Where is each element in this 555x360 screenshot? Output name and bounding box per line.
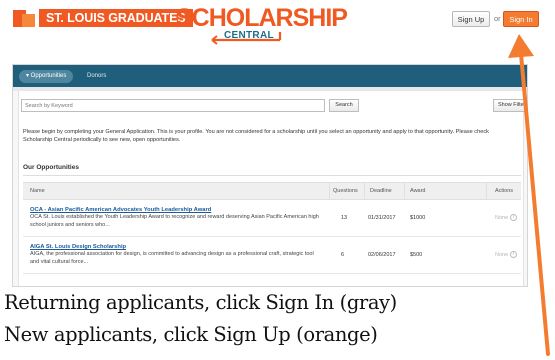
row-action[interactable]: None i <box>495 214 518 221</box>
divider <box>364 183 365 199</box>
opportunity-link[interactable]: AIGA St. Louis Design Scholarship <box>30 244 126 250</box>
info-icon[interactable]: i <box>510 251 518 258</box>
main-nav: ▾ Opportunities Donors <box>13 65 527 87</box>
award-amount: $500 <box>410 252 423 258</box>
site-header: ST. LOUIS GRADUATES SCHOLARSHIP CENTRAL … <box>0 0 555 58</box>
logo-mark-icon <box>13 9 35 27</box>
portal-screenshot: ▾ Opportunities Donors Search Show Filte… <box>12 64 528 287</box>
opportunities-content: Search Show Filters Please begin by comp… <box>18 91 527 286</box>
deadline-date: 01/31/2017 <box>368 215 396 221</box>
opportunity-link[interactable]: OCA - Asian Pacific American Advocates Y… <box>30 207 211 213</box>
brand-name: ST. LOUIS GRADUATES <box>39 9 193 27</box>
table-row: AIGA St. Louis Design Scholarship AIGA, … <box>23 238 521 274</box>
logo-subtitle: CENTRAL <box>224 30 274 41</box>
caption-returning-applicants: Returning applicants, click Sign In (gra… <box>4 291 397 314</box>
action-label: None <box>495 251 509 258</box>
logo-arrow-icon <box>211 32 282 45</box>
or-separator: or <box>494 14 501 23</box>
caption-new-applicants: New applicants, click Sign Up (orange) <box>4 323 378 346</box>
column-header-award[interactable]: Award <box>410 183 426 199</box>
search-button[interactable]: Search <box>329 99 359 112</box>
intro-text: Please begin by completing your General … <box>23 129 489 143</box>
show-filters-button[interactable]: Show Filters <box>493 99 527 112</box>
search-input[interactable] <box>21 99 325 112</box>
column-header-deadline[interactable]: Deadline <box>370 183 392 199</box>
questions-count: 13 <box>341 215 348 221</box>
divider <box>486 183 487 199</box>
divider <box>404 183 405 199</box>
deadline-date: 02/06/2017 <box>368 252 396 258</box>
tab-donors[interactable]: Donors <box>87 70 106 83</box>
column-header-name[interactable]: Name <box>30 183 45 199</box>
info-icon[interactable]: i <box>510 214 518 221</box>
opportunity-description: OCA St. Louis established the Youth Lead… <box>30 214 319 228</box>
divider <box>23 175 521 176</box>
table-row: OCA - Asian Pacific American Advocates Y… <box>23 201 521 237</box>
opportunity-description: AIGA, the professional association for d… <box>30 251 314 265</box>
action-label: None <box>495 214 509 221</box>
sign-up-button[interactable]: Sign Up <box>452 11 490 27</box>
sign-in-button[interactable]: Sign In <box>503 11 539 27</box>
questions-count: 6 <box>341 252 345 258</box>
award-amount: $1000 <box>410 215 426 221</box>
section-title: Our Opportunities <box>23 164 79 171</box>
scholarship-central-logo[interactable]: SCHOLARSHIP CENTRAL <box>176 4 348 48</box>
divider <box>329 183 330 199</box>
st-louis-graduates-logo[interactable]: ST. LOUIS GRADUATES <box>13 9 193 27</box>
row-action[interactable]: None i <box>495 251 518 258</box>
table-header: Name Questions Deadline Award Actions <box>23 182 521 200</box>
column-header-actions: Actions <box>495 188 514 194</box>
column-header-questions[interactable]: Questions <box>333 183 358 199</box>
tab-opportunities[interactable]: ▾ Opportunities <box>19 70 74 83</box>
